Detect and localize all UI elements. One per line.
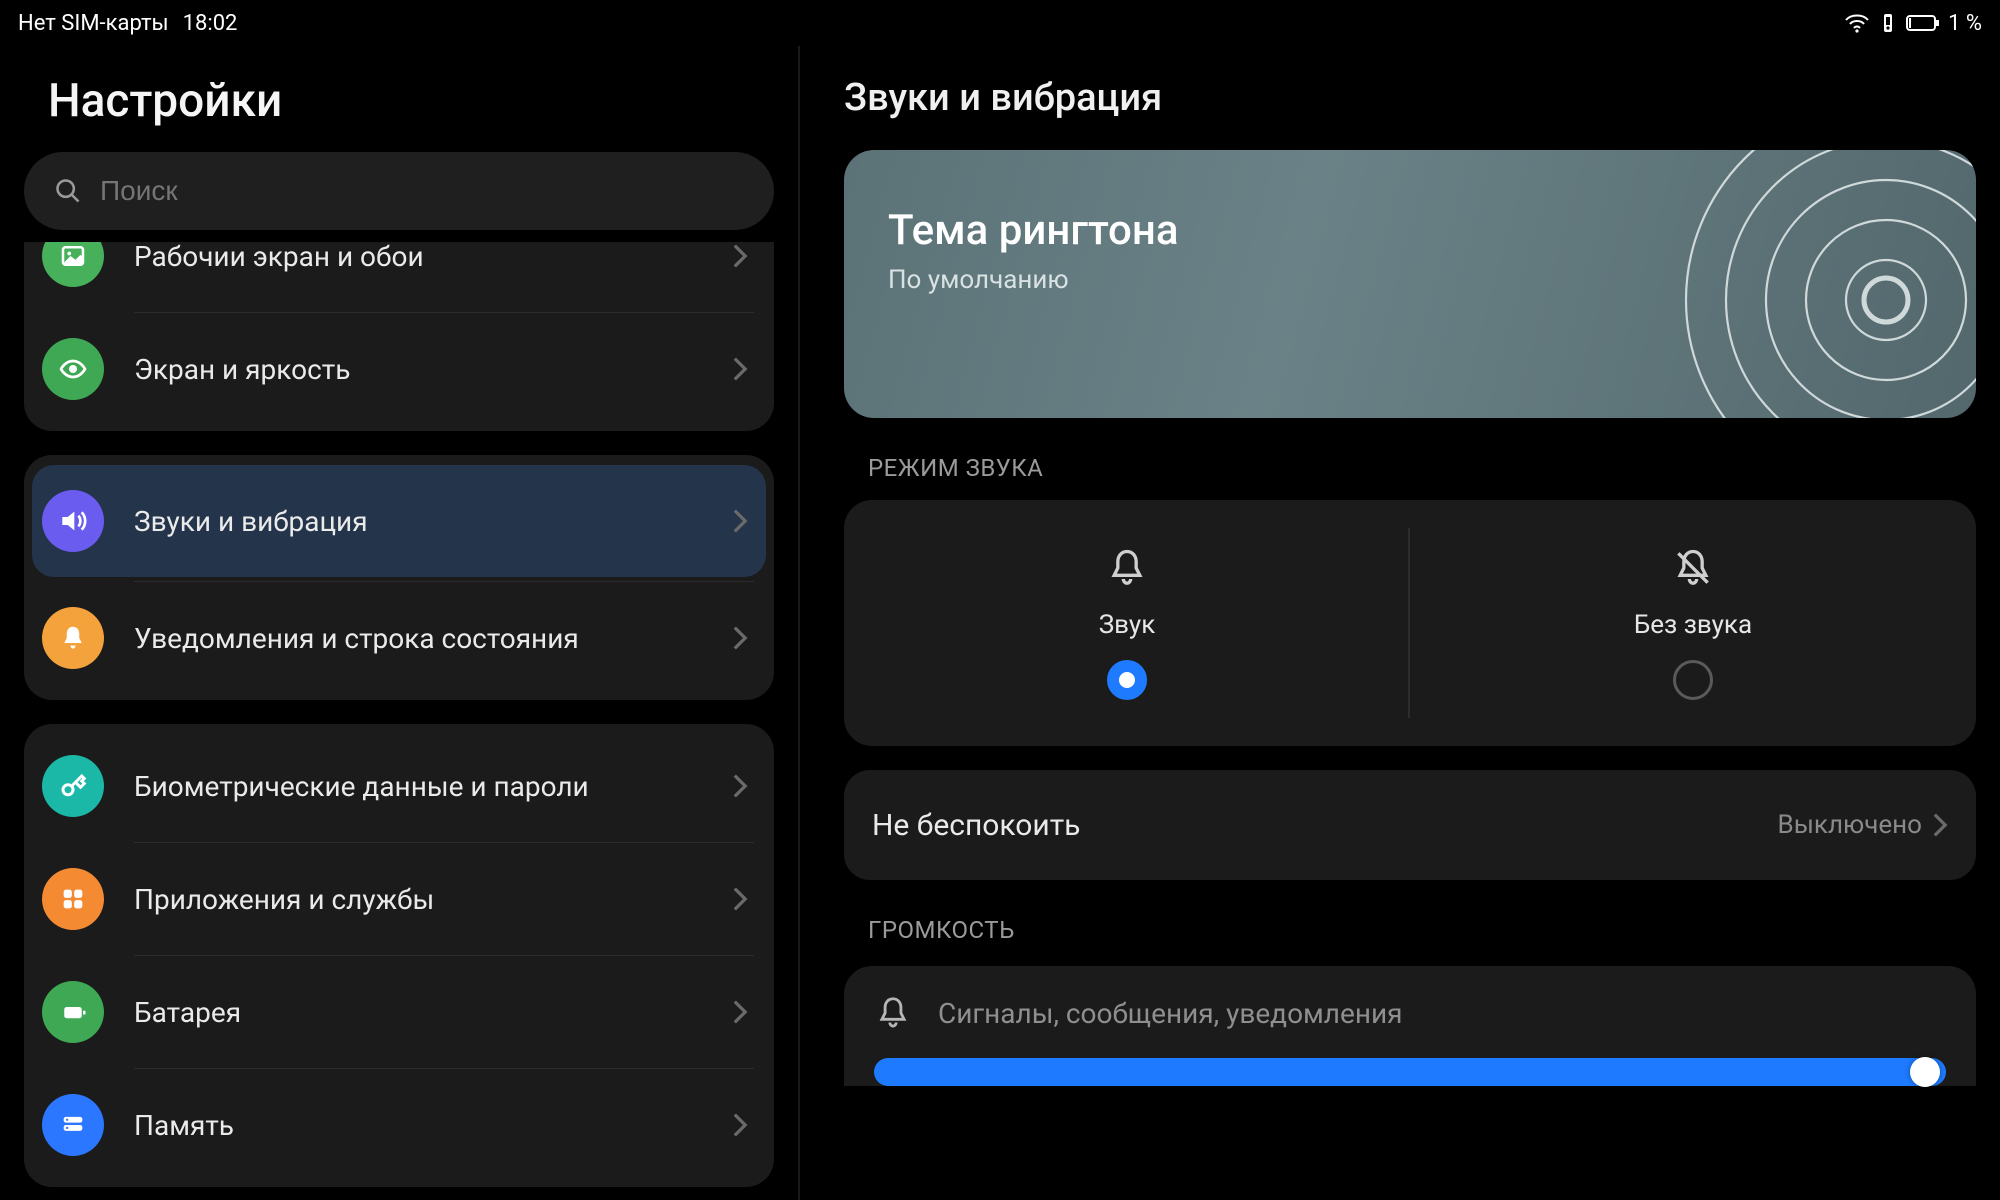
sound-mode-option-sound[interactable]: Звук: [844, 500, 1410, 746]
slider-thumb[interactable]: [1910, 1057, 1940, 1087]
search-icon: [54, 177, 82, 205]
detail-title: Звуки и вибрация: [844, 76, 1976, 120]
eye-icon: [42, 338, 104, 400]
section-label-volume: ГРОМКОСТЬ: [868, 916, 1976, 944]
chevron-right-icon: [1932, 812, 1948, 838]
dnd-row[interactable]: Не беспокоить Выключено: [844, 770, 1976, 880]
sidebar-item-storage[interactable]: Память: [24, 1069, 774, 1181]
radio-unchecked[interactable]: [1673, 660, 1713, 700]
key-icon: [42, 755, 104, 817]
sound-mode-card: Звук Без звука: [844, 500, 1976, 746]
volume-card: Сигналы, сообщения, уведомления: [844, 966, 1976, 1086]
chevron-right-icon: [732, 886, 748, 912]
sidebar-item-notifications[interactable]: Уведомления и строка состояния: [24, 582, 774, 694]
alert-icon: [1878, 12, 1898, 34]
chevron-right-icon: [732, 1112, 748, 1138]
settings-sidebar: Настройки Рабочии экран и обои: [0, 46, 800, 1200]
sidebar-scroll[interactable]: Рабочии экран и обои Экран и яркость: [24, 242, 774, 1200]
section-label-sound-mode: РЕЖИМ ЗВУКА: [868, 454, 1976, 482]
ringtone-art-icon: [1676, 150, 1976, 418]
sidebar-item-label: Уведомления и строка состояния: [134, 622, 732, 655]
sidebar-item-biometrics[interactable]: Биометрические данные и пароли: [24, 730, 774, 842]
detail-pane: Звуки и вибрация Тема рингтона По умолча…: [800, 46, 2000, 1200]
mode-label: Без звука: [1634, 610, 1752, 640]
sidebar-item-home-wallpaper[interactable]: Рабочии экран и обои: [24, 242, 774, 312]
search-input[interactable]: [100, 175, 744, 207]
image-icon: [42, 242, 104, 287]
volume-icon: [42, 490, 104, 552]
search-input-wrap[interactable]: [24, 152, 774, 230]
bell-icon: [42, 607, 104, 669]
battery-icon: [1906, 14, 1940, 32]
sidebar-item-label: Экран и яркость: [134, 353, 732, 386]
volume-slider-ringtone[interactable]: [874, 1058, 1946, 1086]
mode-label: Звук: [1099, 610, 1156, 640]
radio-checked[interactable]: [1107, 660, 1147, 700]
status-battery-percent: 1 %: [1948, 11, 1982, 36]
chevron-right-icon: [732, 999, 748, 1025]
status-sim: Нет SIM-карты: [18, 11, 169, 36]
bell-off-icon: [1671, 546, 1715, 590]
settings-group: Биометрические данные и пароли Приложени…: [24, 724, 774, 1187]
chevron-right-icon: [732, 773, 748, 799]
sidebar-item-label: Звуки и вибрация: [134, 505, 732, 538]
sidebar-item-apps[interactable]: Приложения и службы: [24, 843, 774, 955]
sidebar-item-label: Память: [134, 1109, 732, 1142]
dnd-value: Выключено: [1778, 810, 1922, 840]
grid-icon: [42, 868, 104, 930]
chevron-right-icon: [732, 356, 748, 382]
sidebar-item-label: Биометрические данные и пароли: [134, 770, 732, 803]
dnd-label: Не беспокоить: [872, 808, 1778, 843]
status-time: 18:02: [183, 11, 238, 36]
page-title: Настройки: [48, 74, 774, 128]
storage-icon: [42, 1094, 104, 1156]
chevron-right-icon: [732, 508, 748, 534]
sidebar-item-label: Приложения и службы: [134, 883, 732, 916]
status-bar: Нет SIM-карты 18:02 1 %: [0, 0, 2000, 46]
ringtone-theme-card[interactable]: Тема рингтона По умолчанию: [844, 150, 1976, 418]
volume-row-label: Сигналы, сообщения, уведомления: [938, 997, 1403, 1030]
sidebar-item-battery[interactable]: Батарея: [24, 956, 774, 1068]
sidebar-item-label: Рабочии экран и обои: [134, 242, 732, 273]
sidebar-item-display[interactable]: Экран и яркость: [24, 313, 774, 425]
settings-group: Звуки и вибрация Уведомления и строка со…: [24, 455, 774, 700]
sidebar-item-sound[interactable]: Звуки и вибрация: [32, 465, 766, 577]
chevron-right-icon: [732, 243, 748, 269]
bell-outline-icon: [874, 994, 912, 1032]
bell-icon: [1105, 546, 1149, 590]
settings-group: Рабочии экран и обои Экран и яркость: [24, 242, 774, 431]
chevron-right-icon: [732, 625, 748, 651]
wifi-icon: [1844, 13, 1870, 33]
battery-setting-icon: [42, 981, 104, 1043]
sidebar-item-label: Батарея: [134, 996, 732, 1029]
sound-mode-option-silent[interactable]: Без звука: [1410, 500, 1976, 746]
